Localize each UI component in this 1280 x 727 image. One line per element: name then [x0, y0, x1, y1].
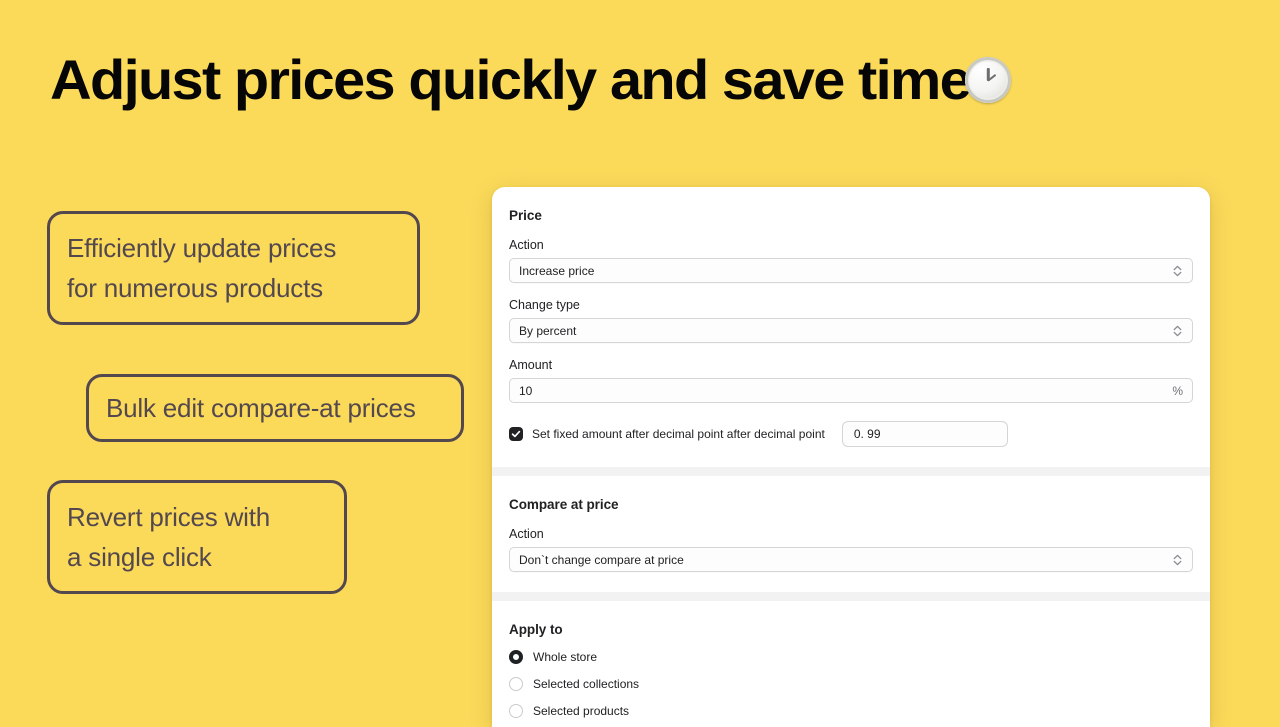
radio-icon[interactable] — [509, 677, 523, 691]
feature-callout-efficient-update: Efficiently update prices for numerous p… — [47, 211, 420, 325]
fixed-decimal-value: 0. 99 — [853, 427, 881, 441]
chevron-updown-icon — [1173, 554, 1182, 565]
price-change-type-select[interactable]: By percent — [509, 318, 1193, 343]
fixed-decimal-row: Set fixed amount after decimal point aft… — [509, 421, 1193, 447]
callout-line: Efficiently update prices — [67, 233, 337, 263]
apply-option-label: Selected collections — [533, 677, 640, 691]
price-amount-field: Amount 10 % — [509, 357, 1193, 403]
radio-icon[interactable] — [509, 704, 523, 718]
price-action-field: Action Increase price — [509, 237, 1193, 283]
price-change-type-value: By percent — [519, 323, 577, 338]
apply-to-title: Apply to — [509, 622, 563, 637]
callout-line: for numerous products — [67, 273, 323, 303]
compare-action-label: Action — [509, 527, 544, 541]
apply-option-label: Whole store — [533, 650, 598, 664]
compare-card-title: Compare at price — [509, 497, 619, 512]
feature-callout-revert: Revert prices with a single click — [47, 480, 347, 594]
price-action-select[interactable]: Increase price — [509, 258, 1193, 283]
percent-suffix: % — [1172, 383, 1183, 398]
apply-option-label: Selected products — [533, 704, 630, 718]
page-title: Adjust prices quickly and save time — [50, 48, 972, 111]
apply-option-selected-products[interactable]: Selected products — [509, 704, 1193, 718]
compare-action-select[interactable]: Don`t change compare at price — [509, 547, 1193, 572]
compare-action-value: Don`t change compare at price — [519, 552, 684, 567]
price-amount-label: Amount — [509, 358, 553, 372]
callout-line: Bulk edit compare-at prices — [106, 393, 416, 423]
compare-at-price-card: Compare at price Action Don`t change com… — [492, 476, 1210, 592]
radio-icon[interactable] — [509, 650, 523, 664]
chevron-updown-icon — [1173, 325, 1182, 336]
chevron-updown-icon — [1173, 265, 1182, 276]
fixed-decimal-label: Set fixed amount after decimal point aft… — [532, 427, 825, 441]
price-card-title: Price — [509, 208, 542, 223]
feature-callout-bulk-edit: Bulk edit compare-at prices — [86, 374, 464, 442]
apply-to-card: Apply to Whole store Selected collection… — [492, 601, 1210, 727]
price-card: Price Action Increase price Change type … — [492, 187, 1210, 467]
price-change-type-field: Change type By percent — [509, 297, 1193, 343]
price-action-value: Increase price — [519, 263, 595, 278]
callout-line: Revert prices with — [67, 502, 271, 532]
check-icon — [511, 430, 521, 438]
fixed-decimal-input[interactable]: 0. 99 — [841, 421, 1008, 447]
apply-option-whole-store[interactable]: Whole store — [509, 650, 1193, 664]
compare-action-field: Action Don`t change compare at price — [509, 526, 1193, 572]
price-change-type-label: Change type — [509, 298, 580, 312]
callout-line: a single click — [67, 542, 212, 572]
app-screenshot-panel: Price Action Increase price Change type … — [492, 187, 1210, 727]
hero-heading: Adjust prices quickly and save time — [50, 48, 1012, 111]
clock-icon — [965, 57, 1012, 103]
apply-option-selected-collections[interactable]: Selected collections — [509, 677, 1193, 691]
price-amount-value: 10 — [519, 383, 533, 398]
price-amount-input[interactable]: 10 % — [509, 378, 1193, 403]
fixed-decimal-checkbox[interactable] — [509, 427, 523, 441]
price-action-label: Action — [509, 238, 544, 252]
